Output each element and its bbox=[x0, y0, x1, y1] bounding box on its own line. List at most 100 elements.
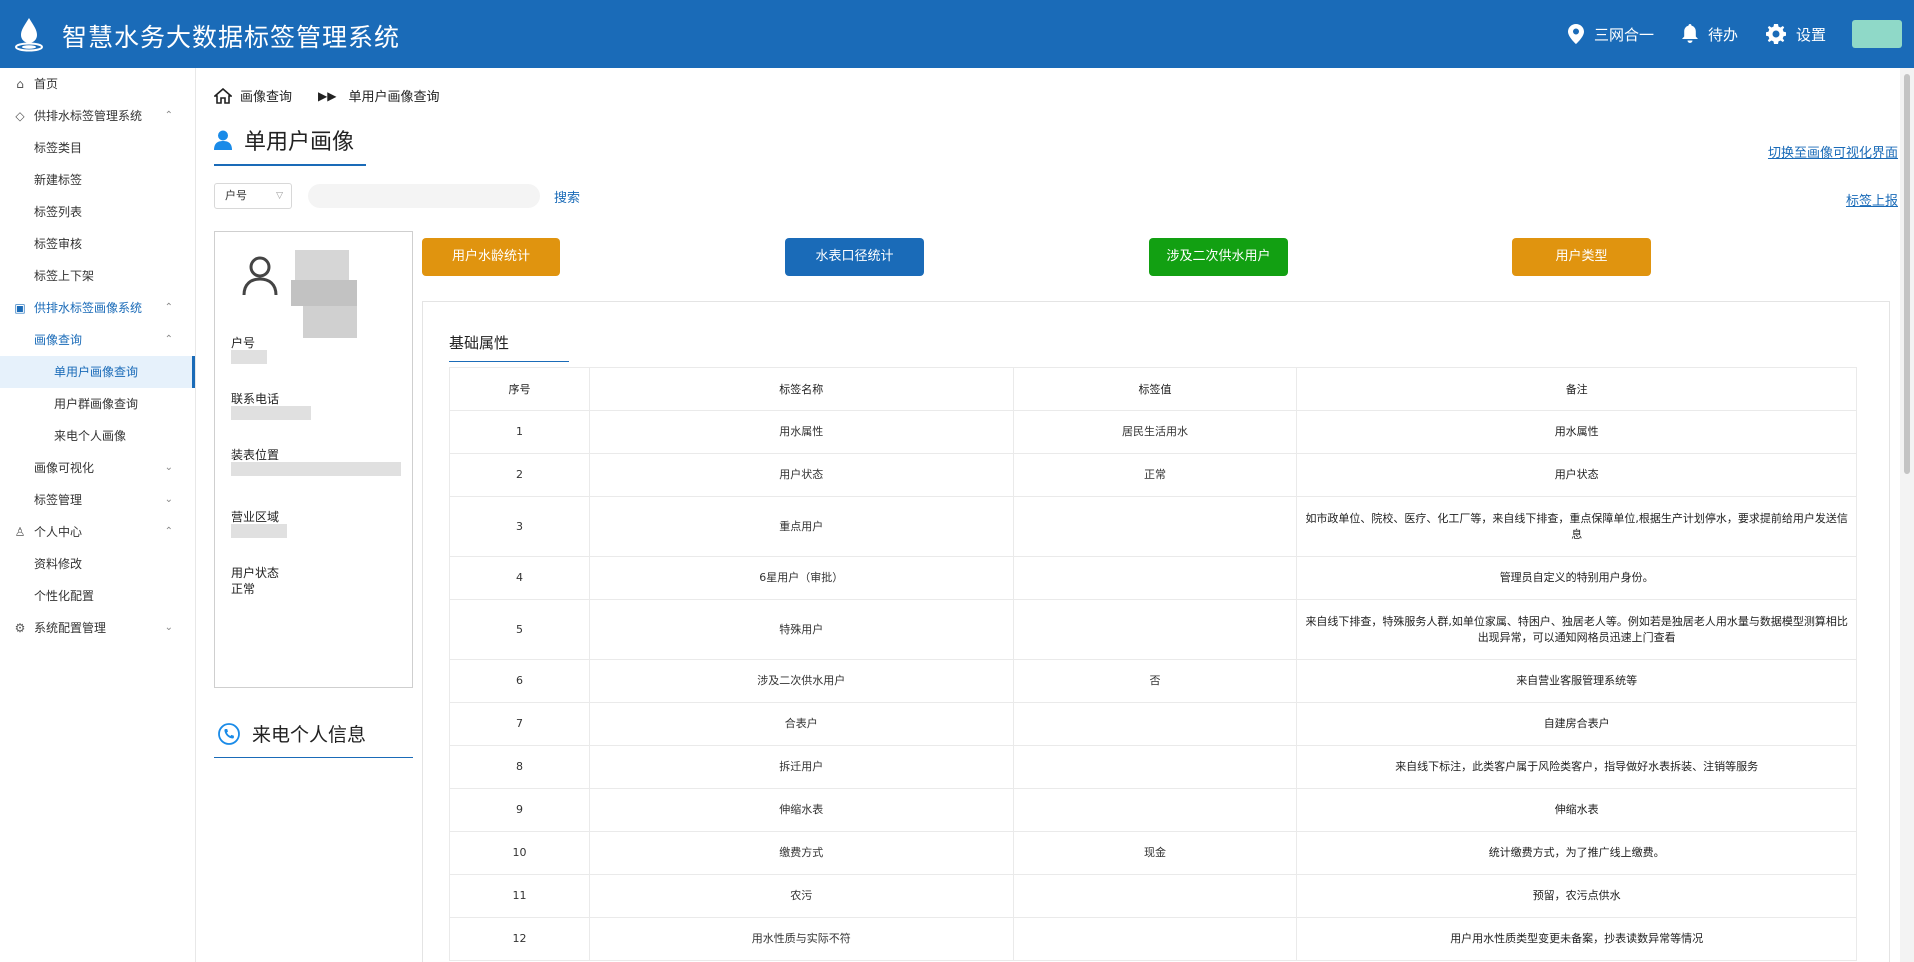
sidebar-item-caller-portrait[interactable]: 来电个人画像 bbox=[0, 420, 195, 452]
cell-index: 4 bbox=[449, 556, 590, 600]
sidebar-item-profile-edit[interactable]: 资料修改 bbox=[0, 548, 195, 580]
nav-settings[interactable]: 设置 bbox=[1765, 24, 1826, 45]
cell-index: 1 bbox=[449, 410, 590, 454]
blurred-name bbox=[291, 280, 357, 306]
cell-tag-name: 合表户 bbox=[588, 702, 1014, 746]
col-header-index: 序号 bbox=[449, 367, 590, 411]
table-row: 12 用水性质与实际不符 用户用水性质类型变更未备案，抄表读数异常等情况 bbox=[449, 917, 1857, 961]
chevron-up-icon: ⌃ bbox=[164, 526, 173, 537]
nav-todo[interactable]: 待办 bbox=[1681, 24, 1738, 45]
cell-tag-value bbox=[1012, 702, 1298, 746]
sidebar-item-tag-shelf[interactable]: 标签上下架 bbox=[0, 260, 195, 292]
table-row: 1 用水属性 居民生活用水 用水属性 bbox=[449, 410, 1857, 454]
sidebar-item-label: 供排水标签管理系统 bbox=[34, 109, 143, 123]
call-info-header: 来电个人信息 bbox=[214, 720, 413, 758]
page-title: 单用户画像 bbox=[214, 124, 366, 166]
location-pin-icon bbox=[1567, 24, 1584, 44]
cell-tag-name: 用户状态 bbox=[588, 453, 1014, 497]
sidebar-item-label: 来电个人画像 bbox=[54, 429, 127, 443]
cell-tag-name: 拆迁用户 bbox=[588, 745, 1014, 789]
cell-tag-name: 重点用户 bbox=[588, 496, 1014, 557]
sidebar-item-label: 资料修改 bbox=[34, 557, 83, 571]
cell-index: 3 bbox=[449, 496, 590, 557]
sidebar-item-tag-review[interactable]: 标签审核 bbox=[0, 228, 195, 260]
user-type-button[interactable]: 用户类型 bbox=[1512, 238, 1651, 276]
cell-index: 12 bbox=[449, 917, 590, 961]
field-account-label: 户号 bbox=[231, 336, 256, 350]
search-input[interactable] bbox=[308, 184, 540, 208]
search-row: 户号 ▽ 搜索 bbox=[214, 183, 580, 209]
cell-tag-name: 农污 bbox=[588, 874, 1014, 918]
sidebar-item-tag-list[interactable]: 标签列表 bbox=[0, 196, 195, 228]
sidebar-item-portrait-query[interactable]: 画像查询 ⌃ bbox=[0, 324, 195, 356]
cell-remark: 用水属性 bbox=[1296, 410, 1857, 454]
table-row: 11 农污 预留，农污点供水 bbox=[449, 874, 1857, 918]
picture-icon: ▣ bbox=[14, 301, 26, 315]
blurred-name bbox=[303, 306, 357, 338]
sidebar-item-label: 系统配置管理 bbox=[34, 621, 107, 635]
scrollbar-thumb[interactable] bbox=[1904, 74, 1910, 474]
search-button[interactable]: 搜索 bbox=[554, 187, 580, 206]
cell-tag-value bbox=[1012, 745, 1298, 789]
user-water-age-button[interactable]: 用户水龄统计 bbox=[422, 238, 560, 276]
nav-three-networks-label: 三网合一 bbox=[1593, 25, 1654, 44]
sidebar-item-label: 标签上下架 bbox=[34, 269, 95, 283]
user-avatar[interactable] bbox=[1852, 20, 1902, 48]
chevron-down-icon: ⌄ bbox=[164, 462, 173, 473]
search-type-select[interactable]: 户号 ▽ bbox=[214, 183, 292, 209]
page-scrollbar[interactable] bbox=[1900, 68, 1914, 962]
sidebar-item-personalization[interactable]: 个性化配置 bbox=[0, 580, 195, 612]
sidebar-item-system-config[interactable]: ⚙ 系统配置管理 ⌄ bbox=[0, 612, 195, 644]
sidebar-item-group-query[interactable]: 用户群画像查询 bbox=[0, 388, 195, 420]
cell-tag-name: 涉及二次供水用户 bbox=[588, 659, 1014, 703]
sidebar-item-tag-management-system[interactable]: ◇ 供排水标签管理系统 ⌃ bbox=[0, 100, 195, 132]
table-row: 8 拆迁用户 来自线下标注，此类客户属于风险类客户，指导做好水表拆装、注销等服务 bbox=[449, 745, 1857, 789]
meter-caliber-button[interactable]: 水表口径统计 bbox=[785, 238, 924, 276]
cell-index: 5 bbox=[449, 599, 590, 660]
home-icon: ⌂ bbox=[16, 77, 24, 91]
cell-remark: 用户状态 bbox=[1296, 453, 1857, 497]
table-row: 9 伸缩水表 伸缩水表 bbox=[449, 788, 1857, 832]
nav-three-networks[interactable]: 三网合一 bbox=[1567, 24, 1654, 45]
col-header-tag-name: 标签名称 bbox=[588, 367, 1014, 411]
cell-index: 7 bbox=[449, 702, 590, 746]
sidebar-item-new-tag[interactable]: 新建标签 bbox=[0, 164, 195, 196]
cell-remark: 来自线下标注，此类客户属于风险类客户，指导做好水表拆装、注销等服务 bbox=[1296, 745, 1857, 789]
sidebar-item-portrait-system[interactable]: ▣ 供排水标签画像系统 ⌃ bbox=[0, 292, 195, 324]
sidebar-item-label: 用户群画像查询 bbox=[54, 397, 139, 411]
cell-index: 2 bbox=[449, 453, 590, 497]
header-nav: 三网合一 待办 设置 bbox=[1540, 18, 1902, 50]
cell-index: 10 bbox=[449, 831, 590, 875]
sidebar-item-label: 标签管理 bbox=[34, 493, 83, 507]
user-info-card: 户号 联系电话 装表位置 营业区域 用户状态 正常 bbox=[214, 231, 413, 688]
page-title-text: 单用户画像 bbox=[244, 130, 355, 155]
sidebar-item-label: 画像查询 bbox=[34, 333, 83, 347]
sidebar-item-tag-category[interactable]: 标签类目 bbox=[0, 132, 195, 164]
cell-remark: 伸缩水表 bbox=[1296, 788, 1857, 832]
cell-tag-value bbox=[1012, 599, 1298, 660]
secondary-supply-button[interactable]: 涉及二次供水用户 bbox=[1149, 238, 1288, 276]
cell-remark: 来自营业客服管理系统等 bbox=[1296, 659, 1857, 703]
sidebar-item-tag-manage[interactable]: 标签管理 ⌄ bbox=[0, 484, 195, 516]
sidebar-item-home[interactable]: ⌂ 首页 bbox=[0, 68, 195, 100]
chevron-down-icon: ⌄ bbox=[164, 622, 173, 633]
sidebar-item-label: 单用户画像查询 bbox=[54, 365, 139, 379]
table-row: 3 重点用户 如市政单位、院校、医疗、化工厂等，来自线下排查，重点保障单位,根据… bbox=[449, 496, 1857, 557]
sidebar-item-personal-center[interactable]: ♙ 个人中心 ⌃ bbox=[0, 516, 195, 548]
table-row: 5 特殊用户 来自线下排查，特殊服务人群,如单位家属、特困户、独居老人等。例如若… bbox=[449, 599, 1857, 660]
sidebar-item-single-user-query[interactable]: 单用户画像查询 bbox=[0, 356, 195, 388]
sidebar: ⌂ 首页 ◇ 供排水标签管理系统 ⌃ 标签类目 新建标签 标签列表 标签审核 标… bbox=[0, 68, 196, 962]
field-business-area-value bbox=[231, 524, 287, 538]
cell-remark: 来自线下排查，特殊服务人群,如单位家属、特困户、独居老人等。例如若是独居老人用水… bbox=[1296, 599, 1857, 660]
cell-tag-name: 用水属性 bbox=[588, 410, 1014, 454]
gear-icon: ⚙ bbox=[14, 621, 26, 635]
breadcrumb-item[interactable]: 画像查询 bbox=[240, 86, 292, 105]
tag-report-link[interactable]: 标签上报 bbox=[1846, 190, 1898, 209]
sidebar-item-portrait-visual[interactable]: 画像可视化 ⌄ bbox=[0, 452, 195, 484]
nav-todo-label: 待办 bbox=[1707, 25, 1738, 44]
breadcrumb: 画像查询 ▶▶ 单用户画像查询 bbox=[214, 86, 440, 105]
switch-visual-link[interactable]: 切换至画像可视化界面 bbox=[1768, 142, 1898, 161]
cell-tag-value: 居民生活用水 bbox=[1012, 410, 1298, 454]
field-phone-value bbox=[231, 406, 311, 420]
blurred-name bbox=[295, 250, 349, 280]
